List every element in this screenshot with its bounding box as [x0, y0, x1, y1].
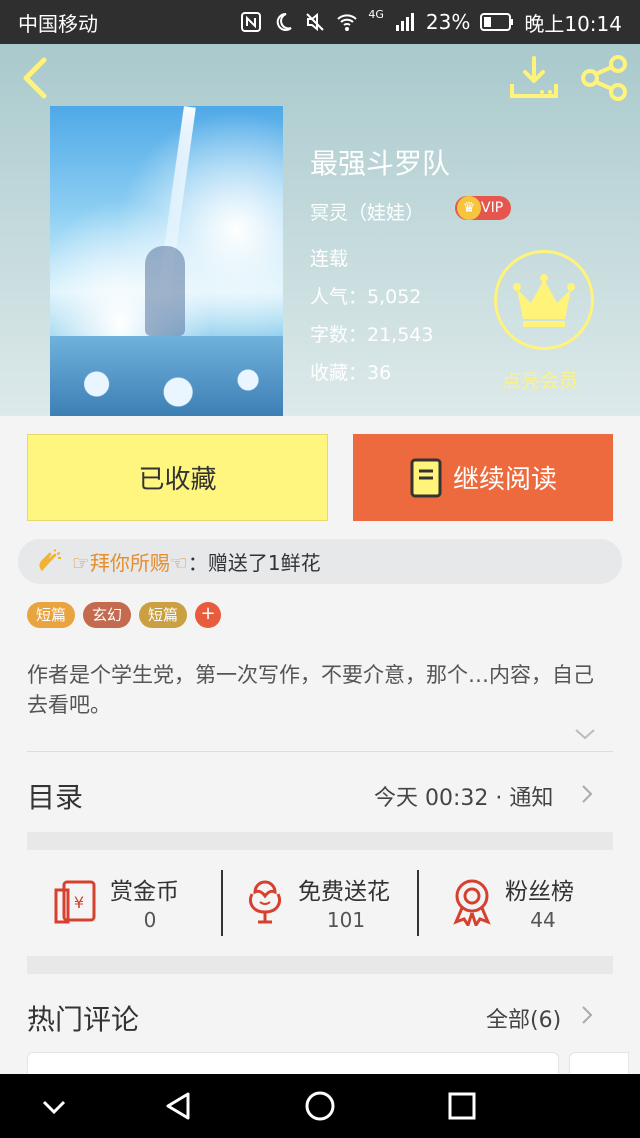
book-header: 最强斗罗队 冥灵（娃娃） ♛ VIP 连载 人气：5,052 字数：21,543…: [0, 44, 640, 416]
tag-item[interactable]: 短篇: [139, 602, 188, 628]
toc-title[interactable]: 目录: [27, 776, 83, 816]
continue-reading-button[interactable]: 继续阅读: [353, 434, 613, 521]
red-envelope-icon: ¥: [54, 880, 96, 924]
system-nav-bar: [0, 1074, 640, 1138]
reward-coin-button[interactable]: ¥ 赏金币 0: [52, 868, 202, 938]
mute-icon: [306, 12, 325, 32]
recents-square-icon[interactable]: [444, 1088, 480, 1124]
fan-ranking-count: 44: [530, 908, 556, 932]
status-bar: 中国移动 4G 23% 晚上10:14: [0, 0, 640, 44]
battery-percent: 23%: [425, 10, 471, 34]
vip-badge: ♛ VIP: [455, 196, 512, 220]
author-name[interactable]: 冥灵（娃娃）: [310, 198, 424, 225]
book-cover[interactable]: [50, 106, 283, 416]
book-title: 最强斗罗队: [310, 147, 451, 180]
svg-text:¥: ¥: [74, 893, 84, 912]
toc-update-info[interactable]: 今天 00:32 · 通知: [374, 780, 553, 812]
applause-icon: [39, 548, 61, 571]
share-icon[interactable]: [578, 54, 630, 102]
medal-icon: [453, 879, 491, 926]
book-icon: [410, 458, 442, 497]
favorites-stat: 收藏：36: [310, 362, 392, 384]
chevron-right-icon[interactable]: [580, 1004, 594, 1026]
book-description: 作者是个学生党，第一次写作，不要介意，那个…内容，自己去看吧。: [27, 663, 594, 717]
vip-badge-label: VIP: [481, 200, 504, 216]
network-type: 4G: [368, 7, 384, 21]
fan-ranking-label: 粉丝榜: [505, 879, 574, 905]
gift-text: ：赠送了1鲜花: [187, 551, 321, 575]
reward-coin-label: 赏金币: [110, 879, 179, 905]
reward-coin-count: 0: [143, 908, 157, 932]
tag-item[interactable]: 玄幻: [83, 602, 132, 628]
vip-member-label[interactable]: 点亮会员: [502, 366, 578, 393]
home-circle-icon[interactable]: [302, 1088, 338, 1124]
wifi-icon: [337, 14, 358, 31]
download-icon[interactable]: [508, 54, 560, 102]
fan-ranking-button[interactable]: 粉丝榜 44: [447, 868, 597, 938]
continue-reading-label: 继续阅读: [452, 465, 557, 495]
popularity-stat: 人气：5,052: [310, 286, 422, 308]
divider: [417, 870, 419, 936]
divider: [221, 870, 223, 936]
crown-icon: ♛: [457, 196, 481, 220]
carrier-name: 中国移动: [18, 11, 98, 36]
send-flower-count: 101: [326, 908, 366, 932]
send-flower-label: 免费送花: [298, 879, 390, 905]
gift-notice[interactable]: ☞拜你所赐☜ ：赠送了1鲜花: [18, 539, 622, 584]
collected-button[interactable]: 已收藏: [27, 434, 328, 521]
section-gap: [27, 956, 613, 974]
collected-label: 已收藏: [138, 465, 217, 495]
serial-status: 连载: [310, 248, 349, 270]
word-count-stat: 字数：21,543: [310, 324, 434, 346]
chevron-down-icon[interactable]: [36, 1088, 72, 1124]
nfc-icon: [241, 12, 262, 32]
back-arrow-icon[interactable]: [14, 54, 58, 102]
battery-icon: [480, 13, 514, 31]
divider: [27, 751, 613, 752]
hot-comments-title: 热门评论: [27, 1003, 140, 1036]
vip-member-button[interactable]: [494, 250, 594, 350]
back-triangle-icon[interactable]: [160, 1088, 196, 1124]
all-comments-link[interactable]: 全部(6): [486, 1002, 561, 1034]
signal-icon: [395, 13, 414, 31]
cover-figure: [145, 246, 185, 336]
tag-item[interactable]: 短篇: [27, 602, 76, 628]
section-gap: [27, 832, 613, 850]
cover-flowers: [50, 336, 283, 416]
moon-icon: [277, 12, 293, 31]
crown-icon: [513, 274, 575, 327]
tag-list: 短篇 玄幻 短篇 +: [27, 602, 222, 628]
chevron-right-icon[interactable]: [580, 783, 594, 805]
send-flower-button[interactable]: 免费送花 101: [240, 868, 410, 938]
flower-icon: [249, 880, 281, 924]
add-tag-button[interactable]: +: [195, 602, 222, 628]
gift-user-name[interactable]: ☞拜你所赐☜: [72, 547, 188, 576]
clock: 晚上10:14: [524, 11, 622, 36]
chevron-down-icon[interactable]: [574, 726, 596, 742]
